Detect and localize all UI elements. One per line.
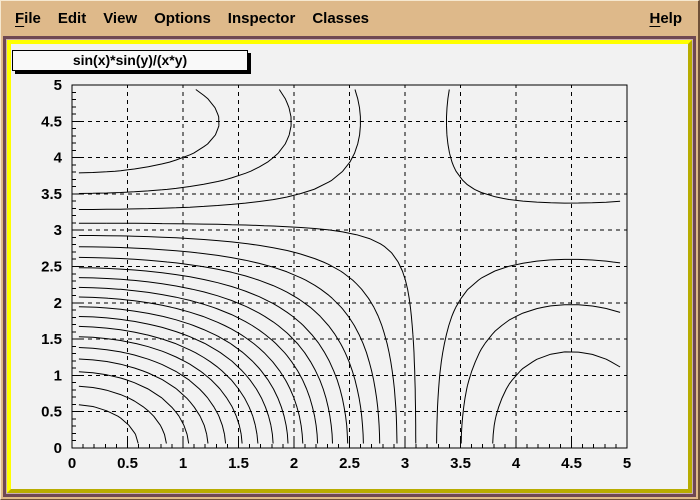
y-tick-label: 2.5 [41,259,62,276]
x-tick-label: 0.5 [117,455,138,472]
x-tick-label: 4 [512,455,521,472]
menu-item-options[interactable]: Options [154,10,211,27]
x-tick-label: 5 [623,455,631,472]
x-tick-label: 3 [401,455,409,472]
menu-item-classes[interactable]: Classes [312,10,369,27]
menu-item-view[interactable]: View [103,10,137,27]
contour-plot[interactable]: 0 0.5 1 1.5 2 2.5 3 3.5 4 4.5 5 0 0.5 1 1.5 2 2.5 3 3.5 4 4.… [11,44,688,489]
y-tick-label: 4 [54,150,63,167]
menu-item-edit[interactable]: Edit [58,10,86,27]
canvas-outer-frame: 0 0.5 1 1.5 2 2.5 3 3.5 4 4.5 5 0 0.5 1 1.5 2 2.5 3 3.5 4 4.… [3,36,696,497]
x-tick-label: 1.5 [228,455,249,472]
x-tick-label: 3.5 [450,455,471,472]
menu-item-help[interactable]: Help [649,10,682,27]
canvas-highlight-border: 0 0.5 1 1.5 2 2.5 3 3.5 4 4.5 5 0 0.5 1 1.5 2 2.5 3 3.5 4 4.… [7,40,692,493]
y-tick-label: 1.5 [41,331,62,348]
plot-title[interactable]: sin(x)*sin(y)/(x*y) [12,50,248,71]
menu-item-inspector[interactable]: Inspector [228,10,296,27]
y-tick-label: 2 [54,295,62,312]
x-tick-label: 0 [68,455,76,472]
y-tick-label: 5 [54,77,62,94]
x-tick-label: 2.5 [339,455,360,472]
menu-item-file[interactable]: File [15,10,41,27]
y-tick-label: 3.5 [41,186,62,203]
menu-bar: File Edit View Options Inspector Classes Help [1,1,698,36]
root-canvas-window: FileEditViewOptionsInspectorClassesHelp … [0,0,700,500]
x-tick-label: 2 [290,455,298,472]
y-tick-label: 0.5 [41,404,62,421]
y-tick-label: 3 [54,222,62,239]
y-tick-label: 4.5 [41,113,62,130]
canvas-bevel: 0 0.5 1 1.5 2 2.5 3 3.5 4 4.5 5 0 0.5 1 1.5 2 2.5 3 3.5 4 4.… [6,39,693,494]
x-tick-label: 4.5 [561,455,582,472]
plot-canvas[interactable]: 0 0.5 1 1.5 2 2.5 3 3.5 4 4.5 5 0 0.5 1 1.5 2 2.5 3 3.5 4 4.… [11,44,688,489]
x-tick-label: 1 [179,455,187,472]
y-tick-label: 1 [54,367,62,384]
y-tick-label: 0 [54,440,62,457]
